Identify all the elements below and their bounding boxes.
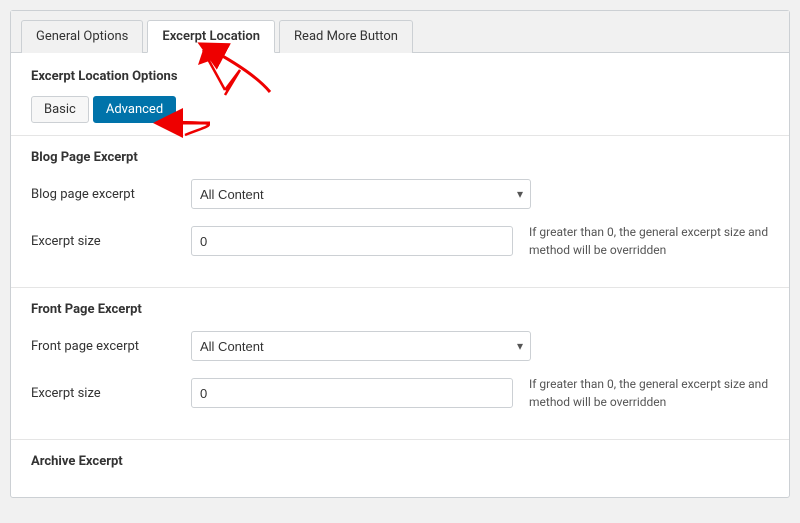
sub-tab-bar: Basic Advanced [31, 96, 769, 123]
front-page-excerpt-section: Front Page Excerpt Front page excerpt Al… [11, 288, 789, 439]
front-page-excerpt-row: Front page excerpt All Content Excerpt N… [31, 331, 769, 361]
settings-panel: General Options Excerpt Location Read Mo… [10, 10, 790, 498]
front-page-excerpt-title: Front Page Excerpt [31, 302, 769, 317]
blog-excerpt-size-row: Excerpt size If greater than 0, the gene… [31, 223, 769, 259]
front-excerpt-size-label: Excerpt size [31, 386, 191, 401]
blog-page-excerpt-select[interactable]: All Content Excerpt None [191, 179, 531, 209]
page-container: General Options Excerpt Location Read Mo… [10, 10, 790, 498]
blog-page-excerpt-select-wrapper: All Content Excerpt None [191, 179, 531, 209]
blog-excerpt-size-label: Excerpt size [31, 234, 191, 249]
tab-general-options[interactable]: General Options [21, 20, 143, 53]
front-page-excerpt-select[interactable]: All Content Excerpt None [191, 331, 531, 361]
tab-excerpt-location[interactable]: Excerpt Location [147, 20, 275, 53]
front-page-excerpt-select-wrapper: All Content Excerpt None [191, 331, 531, 361]
blog-page-excerpt-title: Blog Page Excerpt [31, 150, 769, 165]
tab-read-more-button[interactable]: Read More Button [279, 20, 413, 53]
blog-excerpt-size-hint: If greater than 0, the general excerpt s… [529, 223, 769, 259]
blog-page-excerpt-section: Blog Page Excerpt Blog page excerpt All … [11, 136, 789, 287]
blog-page-excerpt-label: Blog page excerpt [31, 187, 191, 202]
excerpt-location-options-section: Excerpt Location Options Basic Advanced [11, 53, 789, 135]
front-page-excerpt-label: Front page excerpt [31, 339, 191, 354]
archive-excerpt-title: Archive Excerpt [31, 454, 769, 469]
tab-bar: General Options Excerpt Location Read Mo… [11, 11, 789, 53]
archive-excerpt-section: Archive Excerpt [11, 440, 789, 497]
blog-excerpt-size-input[interactable] [191, 226, 513, 256]
sub-tab-basic[interactable]: Basic [31, 96, 89, 123]
sub-tab-advanced[interactable]: Advanced [93, 96, 176, 123]
front-excerpt-size-hint: If greater than 0, the general excerpt s… [529, 375, 769, 411]
front-excerpt-size-input[interactable] [191, 378, 513, 408]
blog-page-excerpt-row: Blog page excerpt All Content Excerpt No… [31, 179, 769, 209]
front-excerpt-size-row: Excerpt size If greater than 0, the gene… [31, 375, 769, 411]
excerpt-location-options-title: Excerpt Location Options [31, 69, 769, 84]
